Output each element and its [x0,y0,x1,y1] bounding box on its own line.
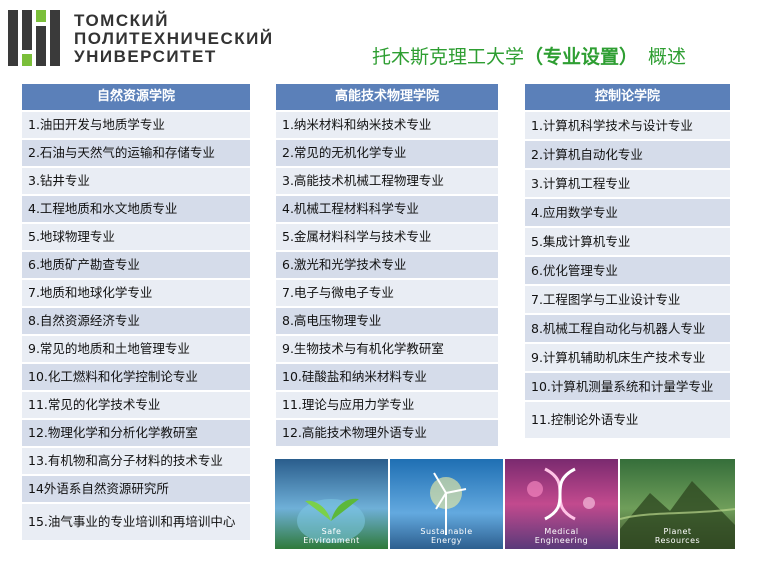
list-item: 5.集成计算机专业 [525,228,730,255]
list-item: 11.常见的化学技术专业 [22,392,250,418]
list-item: 12.高能技术物理外语专业 [276,420,498,446]
banner-caption: Planet Resources [620,527,735,545]
list-item: 7.工程图学与工业设计专业 [525,286,730,313]
list-item: 15.油气事业的专业培训和再培训中心 [22,504,250,540]
logo-line: ТОМСКИЙ [74,11,169,30]
column-header: 高能技术物理学院 [276,84,498,110]
tpu-logo: ТОМСКИЙ ПОЛИТЕХНИЧЕСКИЙ УНИВЕРСИТЕТ [8,10,278,68]
research-banner: Safe Environment Sustainable Energy Medi… [275,459,735,549]
title-main: 托木斯克理工大学 [372,46,525,68]
banner-tile-medical-engineering: Medical Engineering [505,459,618,549]
list-item: 9.生物技术与有机化学教研室 [276,336,498,362]
list-item: 2.计算机自动化专业 [525,141,730,168]
banner-caption: Safe Environment [275,527,388,545]
list-item: 10.硅酸盐和纳米材料专业 [276,364,498,390]
title-tail: 概述 [648,46,687,68]
list-item: 7.地质和地球化学专业 [22,280,250,306]
list-item: 1.计算机科学技术与设计专业 [525,112,730,139]
banner-tile-sustainable-energy: Sustainable Energy [390,459,503,549]
list-item: 2.常见的无机化学专业 [276,140,498,166]
logo-line: УНИВЕРСИТЕТ [74,47,217,66]
list-item: 8.机械工程自动化与机器人专业 [525,315,730,342]
school-column-high-energy-physics: 高能技术物理学院 1.纳米材料和纳米技术专业 2.常见的无机化学专业 3.高能技… [276,84,498,446]
list-item: 6.优化管理专业 [525,257,730,284]
banner-caption: Sustainable Energy [390,527,503,545]
school-column-natural-resources: 自然资源学院 1.油田开发与地质学专业 2.石油与天然气的运输和存储专业 3.钻… [22,84,250,540]
list-item: 10.计算机测量系统和计量学专业 [525,373,730,400]
list-item: 3.计算机工程专业 [525,170,730,197]
list-item: 1.油田开发与地质学专业 [22,112,250,138]
caption-line: Environment [303,536,360,545]
list-item: 13.有机物和高分子材料的技术专业 [22,448,250,474]
list-item: 14外语系自然资源研究所 [22,476,250,502]
tpu-logo-text: ТОМСКИЙ ПОЛИТЕХНИЧЕСКИЙ УНИВЕРСИТЕТ [74,12,274,66]
caption-line: Safe [321,527,342,536]
caption-line: Energy [430,536,462,545]
caption-line: Medical [544,527,579,536]
caption-line: Engineering [534,536,589,545]
banner-tile-safe-environment: Safe Environment [275,459,388,549]
list-item: 8.高电压物理专业 [276,308,498,334]
caption-line: Sustainable [420,527,473,536]
list-item: 2.石油与天然气的运输和存储专业 [22,140,250,166]
list-item: 11.控制论外语专业 [525,402,730,438]
page-title: 托木斯克理工大学（专业设置） 概述 [372,42,686,69]
list-item: 5.地球物理专业 [22,224,250,250]
logo-line: ПОЛИТЕХНИЧЕСКИЙ [74,29,274,48]
caption-line: Resources [654,536,701,545]
list-item: 3.高能技术机械工程物理专业 [276,168,498,194]
list-item: 3.钻井专业 [22,168,250,194]
banner-caption: Medical Engineering [505,527,618,545]
school-column-cybernetics: 控制论学院 1.计算机科学技术与设计专业 2.计算机自动化专业 3.计算机工程专… [525,84,730,438]
list-item: 1.纳米材料和纳米技术专业 [276,112,498,138]
list-item: 8.自然资源经济专业 [22,308,250,334]
title-highlight: （专业设置） [524,46,639,68]
list-item: 4.应用数学专业 [525,199,730,226]
list-item: 4.工程地质和水文地质专业 [22,196,250,222]
list-item: 11.理论与应用力学专业 [276,392,498,418]
list-item: 12.物理化学和分析化学教研室 [22,420,250,446]
list-item: 6.地质矿产勘查专业 [22,252,250,278]
caption-line: Planet [663,527,692,536]
list-item: 9.计算机辅助机床生产技术专业 [525,344,730,371]
list-item: 5.金属材料科学与技术专业 [276,224,498,250]
list-item: 7.电子与微电子专业 [276,280,498,306]
list-item: 9.常见的地质和土地管理专业 [22,336,250,362]
list-item: 10.化工燃料和化学控制论专业 [22,364,250,390]
list-item: 4.机械工程材料科学专业 [276,196,498,222]
banner-tile-planet-resources: Planet Resources [620,459,735,549]
column-header: 控制论学院 [525,84,730,110]
column-header: 自然资源学院 [22,84,250,110]
tpu-logo-mark [8,10,60,66]
list-item: 6.激光和光学技术专业 [276,252,498,278]
